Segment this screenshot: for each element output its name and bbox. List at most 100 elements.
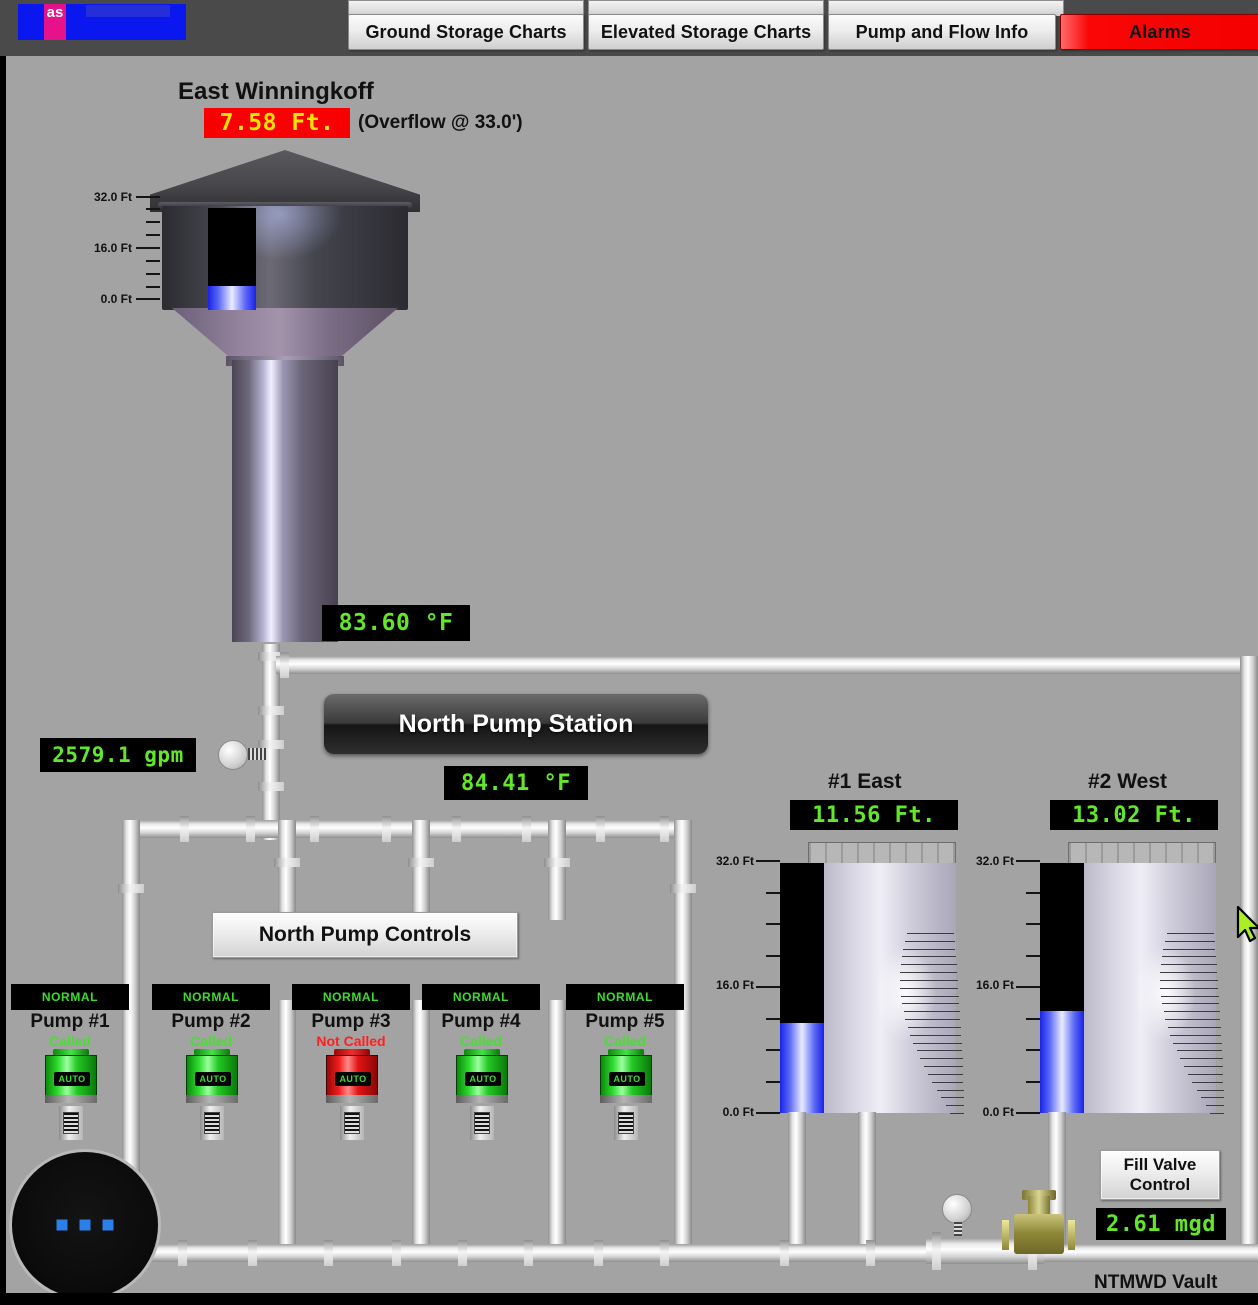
pipe-flange bbox=[280, 652, 289, 678]
pipe-flange bbox=[458, 1240, 467, 1266]
elevated-scale-mid-label: 16.0 Ft bbox=[93, 241, 132, 255]
tab-label: Alarms bbox=[1129, 21, 1191, 42]
pump-called-label: Called bbox=[459, 1033, 502, 1049]
pump-actuator[interactable]: AUTO bbox=[456, 1049, 508, 1107]
pump-suction-header bbox=[122, 820, 692, 838]
pump-actuator[interactable]: AUTO bbox=[45, 1049, 97, 1107]
pump-called-label: Called bbox=[603, 1033, 646, 1049]
pipe-flange bbox=[452, 816, 461, 842]
tab-label: Elevated Storage Charts bbox=[600, 21, 812, 42]
valve-body bbox=[1014, 1214, 1064, 1254]
logo-banner bbox=[86, 5, 170, 17]
elevated-tank-level-readout: 7.58 Ft. bbox=[204, 108, 350, 138]
pump-called-label: Called bbox=[48, 1033, 91, 1049]
right-edge-riser bbox=[1240, 656, 1258, 1256]
tank-body bbox=[1082, 863, 1216, 1113]
tab-pump-and-flow-info[interactable]: Pump and Flow Info bbox=[828, 14, 1056, 50]
logo-text: as bbox=[44, 4, 66, 40]
actuator-body: AUTO bbox=[45, 1055, 97, 1097]
pipe-flange bbox=[310, 816, 319, 842]
actuator-body: AUTO bbox=[326, 1055, 378, 1097]
tab-label: Pump and Flow Info bbox=[855, 21, 1029, 42]
station-temperature-readout: 84.41 °F bbox=[444, 766, 588, 800]
ground-tank-1-scale-top: 32.0 Ft bbox=[715, 854, 754, 868]
top-bar: as Ground Storage Charts Elevated Storag… bbox=[0, 0, 1258, 56]
elevated-storage-tank bbox=[150, 150, 420, 650]
pipe-flange bbox=[780, 1240, 789, 1266]
pump-status-badge: NORMAL bbox=[11, 984, 129, 1010]
actuator-band bbox=[600, 1095, 652, 1103]
pipe-flange bbox=[594, 1240, 603, 1266]
ground-tank-1-outlet bbox=[788, 1112, 806, 1258]
pipe-flange bbox=[866, 1240, 875, 1266]
pump-grill-icon bbox=[618, 1112, 634, 1134]
vault-meter-stem bbox=[954, 1222, 962, 1236]
ground-tank-1-scale-mid: 16.0 Ft bbox=[715, 978, 754, 992]
pipe-flange bbox=[178, 1240, 187, 1266]
pipe-flange bbox=[392, 1240, 401, 1266]
pump-name-label: Pump #2 bbox=[171, 1011, 251, 1032]
pump-name-label: Pump #4 bbox=[441, 1011, 521, 1032]
ground-tank-2-name: #2 West bbox=[1088, 770, 1167, 793]
fill-valve-graphic[interactable] bbox=[996, 1190, 1082, 1254]
tank-body bbox=[822, 863, 956, 1113]
pump-name-label: Pump #5 bbox=[585, 1011, 665, 1032]
ground-tank-2-scale-bottom: 0.0 Ft bbox=[982, 1105, 1014, 1119]
north-pump-controls-label: North Pump Controls bbox=[258, 923, 472, 946]
pipe-flange bbox=[246, 816, 255, 842]
pipe-flange bbox=[522, 816, 531, 842]
ground-storage-tank-1 bbox=[770, 842, 970, 1122]
pump-grill-icon bbox=[63, 1112, 79, 1134]
ground-tank-1-level-gauge bbox=[780, 863, 824, 1113]
pump-drop-4 bbox=[548, 820, 566, 920]
loading-overlay[interactable] bbox=[12, 1152, 158, 1298]
actuator-body: AUTO bbox=[456, 1055, 508, 1097]
actuator-body: AUTO bbox=[186, 1055, 238, 1097]
ground-tank-1-level-fill bbox=[780, 1022, 824, 1113]
tab-ground-storage-charts[interactable]: Ground Storage Charts bbox=[348, 14, 584, 50]
valve-flange-left bbox=[1002, 1220, 1009, 1250]
riser-temperature-readout: 83.60 °F bbox=[322, 605, 470, 641]
tab-alarms[interactable]: Alarms bbox=[1060, 14, 1258, 50]
pump-mode-label: AUTO bbox=[465, 1072, 501, 1086]
ground-tank-2-level-gauge bbox=[1040, 863, 1084, 1113]
north-pump-controls-button[interactable]: North Pump Controls bbox=[212, 912, 518, 958]
pump-status-badge: NORMAL bbox=[152, 984, 270, 1010]
hmi-screen: as Ground Storage Charts Elevated Storag… bbox=[0, 0, 1258, 1305]
fill-valve-control-button[interactable]: Fill Valve Control bbox=[1100, 1150, 1220, 1200]
elevated-tank-overflow-note: (Overflow @ 33.0') bbox=[358, 112, 523, 133]
ground-tank-1-name: #1 East bbox=[828, 770, 902, 793]
mouse-cursor-icon bbox=[1236, 905, 1258, 945]
pump-drop-3 bbox=[412, 820, 430, 920]
loading-dots-icon bbox=[56, 1219, 114, 1231]
pump-actuator[interactable]: AUTO bbox=[186, 1049, 238, 1107]
pipe-flange bbox=[248, 1240, 257, 1266]
pump-actuator[interactable]: AUTO bbox=[326, 1049, 378, 1107]
actuator-body: AUTO bbox=[600, 1055, 652, 1097]
ground-tank-1-scale bbox=[756, 860, 780, 1116]
ground-tank-1-scale-bottom: 0.0 Ft bbox=[722, 1105, 754, 1119]
tab-elevated-storage-charts[interactable]: Elevated Storage Charts bbox=[588, 14, 824, 50]
elevated-scale-bottom-label: 0.0 Ft bbox=[100, 292, 132, 306]
left-edge-band bbox=[0, 56, 6, 1305]
app-logo: as bbox=[18, 4, 186, 40]
elevated-tank-scale bbox=[136, 196, 162, 302]
ground-tank-2-level-readout: 13.02 Ft. bbox=[1050, 800, 1218, 830]
pump-status-badge: NORMAL bbox=[422, 984, 540, 1010]
pump-name-label: Pump #3 bbox=[311, 1011, 391, 1032]
tank-riser bbox=[232, 360, 338, 642]
elevated-scale-top-label: 32.0 Ft bbox=[93, 190, 132, 204]
pipe-flange bbox=[258, 782, 284, 791]
pipe-flange bbox=[382, 816, 391, 842]
pipe-flange bbox=[670, 884, 696, 893]
elevated-tank-level-gauge bbox=[208, 208, 256, 310]
pump-grill-icon bbox=[204, 1112, 220, 1134]
pipe-flange bbox=[408, 858, 434, 867]
pump-actuator[interactable]: AUTO bbox=[600, 1049, 652, 1107]
flow-meter-stem bbox=[248, 748, 266, 760]
north-pump-station-banner[interactable]: North Pump Station bbox=[324, 694, 708, 754]
actuator-band bbox=[326, 1095, 378, 1103]
pump-column-4 bbox=[548, 1000, 566, 1252]
pipe-flange bbox=[596, 816, 605, 842]
north-flow-readout: 2579.1 gpm bbox=[40, 738, 196, 772]
